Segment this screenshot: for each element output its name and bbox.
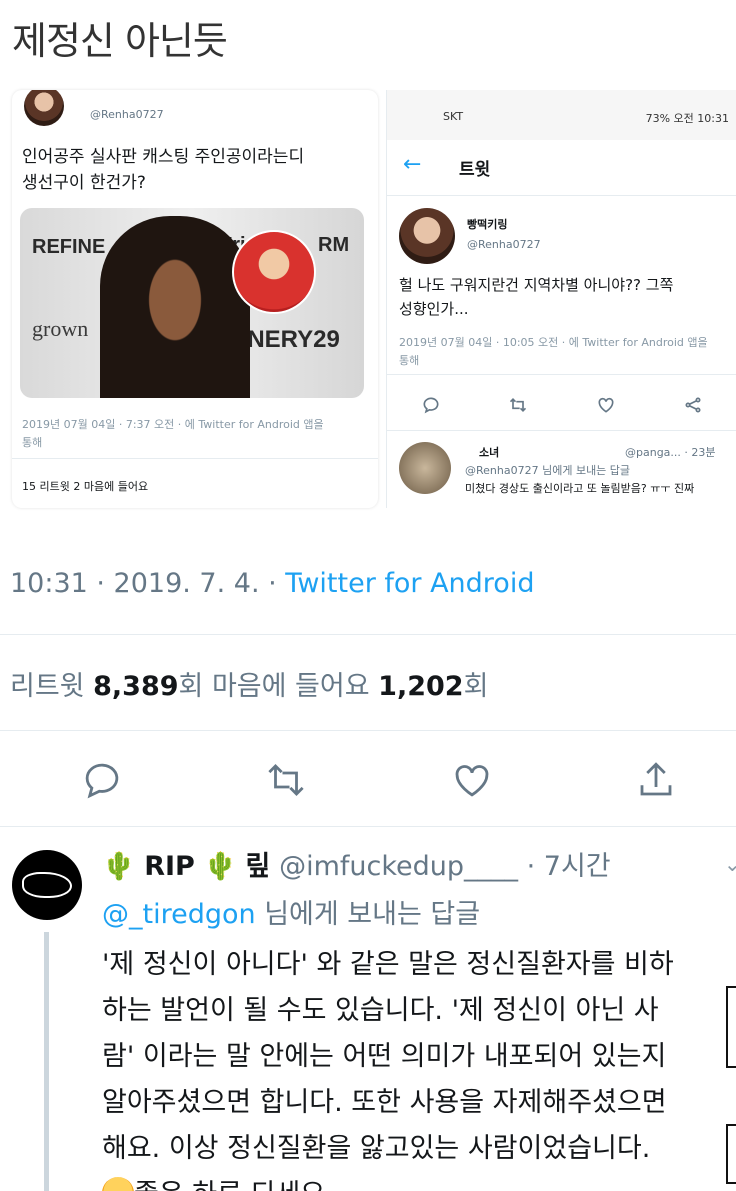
tweet-counts: 리트윗 8,389회 마음에 들어요 1,202회 [10, 664, 488, 703]
tweet-meta: 2019년 07월 04일 · 10:05 오전 · 에 Twitter for… [399, 336, 708, 349]
tweet-text-line: 성향인가... [399, 300, 469, 318]
reply-user-handle[interactable]: @imfuckedup____ · 7시간 [279, 851, 611, 882]
overlay-bracket [726, 986, 736, 1068]
tweet-timestamp: 10:31 · 2019. 7. 4. · Twitter for Androi… [10, 568, 534, 599]
app-bar: ← 트윗 [387, 140, 736, 196]
reply-to-rest: 님에게 보내는 답글 [255, 899, 481, 930]
reply-user-name-suffix[interactable]: 맆 [246, 851, 271, 882]
tweet-action-bar [0, 752, 736, 808]
reply-to-mention[interactable]: @_tiredgon [102, 899, 256, 930]
user-handle: @Renha0727 [467, 238, 541, 251]
divider [387, 374, 736, 375]
retweet-icon [268, 764, 304, 796]
reply-text-line: '제 정신이 아니다' 와 같은 말은 정신질환자를 비하 [102, 949, 674, 980]
tweet-text-line: 헐 나도 구워지란건 지역차별 아니야?? 그쪽 [399, 276, 674, 294]
reply-button[interactable] [74, 752, 130, 808]
reply-user-name-prefix[interactable]: RIP [144, 851, 195, 882]
photo-text: RM [318, 234, 350, 256]
retweet-button[interactable] [258, 752, 314, 808]
retweet-label: 리트윗 [10, 671, 94, 702]
photo-person [100, 216, 250, 398]
avatar[interactable] [399, 208, 455, 264]
retweet-icon[interactable] [508, 395, 528, 415]
share-button[interactable] [628, 752, 684, 808]
app-title: 트윗 [459, 160, 491, 180]
status-right: 73% 오전 10:31 [645, 112, 729, 125]
post-title: 제정신 아닌듯 [12, 19, 228, 63]
retweet-unit: 회 마음에 들어요 [178, 671, 379, 702]
user-name: 빵떡키링 [467, 218, 508, 231]
user-handle: @Renha0727 [90, 108, 164, 121]
divider [0, 730, 736, 731]
divider [0, 826, 736, 827]
carrier: SKT [443, 110, 464, 123]
divider [387, 430, 736, 431]
avatar-doodle [22, 872, 72, 898]
reply-header: 🌵 RIP 🌵 맆 @imfuckedup____ · 7시간 [102, 844, 611, 883]
like-icon[interactable] [596, 395, 616, 415]
reply-user-name: 소녀 [479, 446, 500, 459]
tweet-photo[interactable]: REFINE Fri RM grown FINERY29 [20, 208, 364, 398]
tweet-actions [387, 390, 736, 420]
cactus-icon: 🌵 [203, 851, 238, 882]
smile-emoji-icon [102, 1177, 134, 1191]
retweet-count[interactable]: 8,389 [93, 671, 178, 702]
reply-text-line: 람' 이라는 말 안에는 어떤 의미가 내포되어 있는지 [102, 1041, 667, 1072]
tweet-meta: 통해 [399, 354, 420, 367]
reply-icon [85, 763, 119, 799]
like-unit: 회 [463, 671, 489, 702]
like-count[interactable]: 1,202 [378, 671, 463, 702]
reply-user-handle: @panga... · 23분 [625, 446, 716, 459]
photo-text: grown [32, 316, 89, 341]
tweet-stats: 15 리트윗 2 마음에 들어요 [22, 480, 149, 493]
tweet-text-line: 인어공주 실사판 캐스팅 주인공이라는디 [22, 147, 305, 167]
reply-to: @_tiredgon 님에게 보내는 답글 [102, 892, 480, 931]
like-button[interactable] [444, 752, 500, 808]
tweet-source-link[interactable]: Twitter for Android [285, 568, 534, 599]
ariel-sticker [232, 230, 316, 314]
reply-text-line: 해요. 이상 정신질환을 앓고있는 사람이었습니다. [102, 1133, 651, 1164]
back-arrow-icon[interactable]: ← [403, 152, 421, 177]
like-icon [455, 765, 489, 797]
reply-text-line: 알아주셨으면 합니다. 또한 사용을 자제해주셨으면 [102, 1087, 667, 1118]
reply-text-line: 하는 발언이 될 수도 있습니다. '제 정신이 아닌 사 [102, 995, 659, 1026]
chevron-down-icon[interactable]: ⌄ [724, 852, 736, 876]
photo-text: REFINE [32, 236, 106, 258]
reply-text: '제 정신이 아니다' 와 같은 말은 정신질환자를 비하 하는 발언이 될 수… [102, 942, 736, 1191]
divider [12, 458, 378, 459]
overlay-bracket [726, 1124, 736, 1184]
avatar [24, 90, 64, 126]
tweet-text-line: 생선구이 한건가? [22, 173, 146, 193]
tweet-time: 10:31 · 2019. 7. 4. · [10, 568, 286, 599]
tweet-meta: 통해 [22, 436, 43, 449]
thread-line [44, 932, 49, 1191]
reply-text-line-last: 좋은 하루 되세요. [102, 1172, 736, 1191]
status-bar: SKT 73% 오전 10:31 [387, 90, 736, 140]
reply-icon[interactable] [421, 395, 441, 415]
reply-to: @Renha0727 님에게 보내는 답글 [465, 464, 631, 477]
tweet-meta: 2019년 07월 04일 · 7:37 오전 · 에 Twitter for … [22, 418, 324, 431]
avatar[interactable] [399, 442, 451, 494]
embedded-screenshot-left: @Renha0727 인어공주 실사판 캐스팅 주인공이라는디 생선구이 한건가… [12, 90, 378, 508]
embedded-screenshot-right: SKT 73% 오전 10:31 ← 트윗 빵떡키링 @Renha0727 헐 … [386, 90, 736, 508]
share-icon[interactable] [683, 395, 703, 415]
cactus-icon: 🌵 [102, 851, 136, 882]
avatar[interactable] [12, 850, 82, 920]
share-icon [640, 762, 672, 796]
divider [0, 634, 736, 635]
reply-text: 미쳤다 경상도 출신이라고 또 놀림받음? ㅠㅜ 진짜 [465, 482, 695, 495]
reply-text-last: 좋은 하루 되세요. [134, 1179, 334, 1191]
